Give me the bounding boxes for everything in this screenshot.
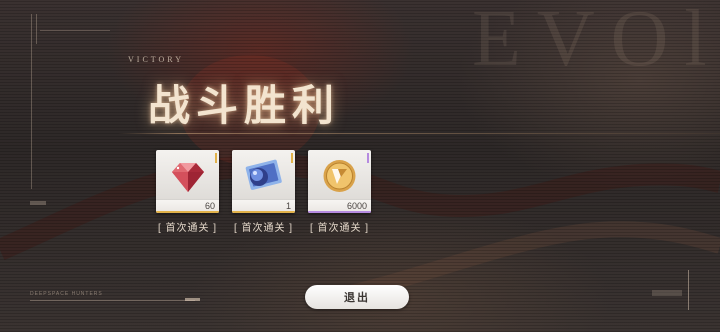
reward-card[interactable]: 6000 — [308, 150, 371, 213]
reward-label: [ 首次通关 ] — [233, 223, 294, 234]
reward-card[interactable]: 1 — [232, 150, 295, 213]
reward-item[interactable]: 1 [ 首次通关 ] — [232, 150, 295, 234]
frame-line — [40, 30, 110, 31]
reward-quantity: 60 — [204, 201, 215, 211]
exit-button[interactable]: 退出 — [305, 285, 409, 309]
decorative-marker — [652, 290, 682, 296]
reward-label: [ 首次通关 ] — [157, 223, 218, 234]
reward-quantity: 1 — [285, 201, 291, 211]
reward-quantity: 6000 — [346, 201, 367, 211]
rarity-marker — [367, 153, 369, 163]
rarity-marker — [291, 153, 293, 163]
reward-item[interactable]: 6000 [ 首次通关 ] — [308, 150, 371, 234]
brand-text: DEEPSPACE HUNTERS — [30, 291, 103, 297]
reward-label: [ 首次通关 ] — [309, 223, 370, 234]
frame-line — [36, 14, 37, 44]
victory-subtitle: VICTORY — [128, 55, 184, 64]
frame-line — [31, 14, 32, 189]
decorative-marker — [30, 201, 46, 205]
title-divider — [118, 133, 720, 134]
reward-list: 60 [ 首次通关 ] 1 [ 首次通关 ] 6000 [首次通关] — [156, 150, 371, 234]
victory-title: 战斗胜利 — [148, 81, 341, 130]
rarity-marker — [215, 153, 217, 163]
gold-coin-icon — [323, 160, 356, 192]
background-logo-text: EVOl — [472, 0, 720, 83]
decorative-line — [30, 300, 195, 301]
reward-item[interactable]: 60 [ 首次通关 ] — [156, 150, 219, 234]
red-diamond-icon — [172, 163, 204, 192]
decorative-line — [688, 270, 689, 310]
blue-card-icon — [245, 159, 282, 190]
reward-card[interactable]: 60 — [156, 150, 219, 213]
decorative-line — [185, 298, 200, 301]
